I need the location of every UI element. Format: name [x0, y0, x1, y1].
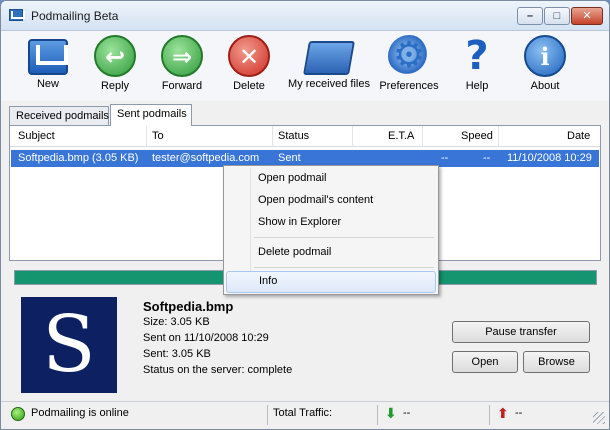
file-name: Softpedia.bmp	[143, 299, 234, 314]
online-status-icon	[11, 407, 25, 421]
gear-icon: ⚙	[388, 35, 430, 77]
status-divider	[489, 405, 490, 425]
received-files-icon	[303, 41, 355, 75]
new-button[interactable]: New	[23, 35, 73, 97]
status-bar: Podmailing is online Total Traffic: ⬇ --…	[1, 401, 609, 429]
close-button[interactable]: ✕	[571, 7, 603, 25]
forward-button[interactable]: ⇒ Forward	[155, 35, 209, 97]
column-divider[interactable]	[422, 126, 423, 147]
row-to: tester@softpedia.com	[152, 152, 260, 164]
context-menu: Open podmail Open podmail's content Show…	[223, 165, 439, 295]
column-divider[interactable]	[146, 126, 147, 147]
delete-glyph: ✕	[238, 43, 260, 71]
download-arrow-icon: ⬇	[385, 405, 397, 421]
row-status: Sent	[278, 152, 301, 164]
preferences-button[interactable]: ⚙ Preferences	[378, 35, 440, 97]
column-eta[interactable]: E.T.A	[388, 130, 414, 142]
column-divider[interactable]	[352, 126, 353, 147]
delete-button[interactable]: ✕ Delete	[224, 35, 274, 97]
tab-sent-podmails[interactable]: Sent podmails	[110, 104, 192, 126]
row-speed: --	[483, 152, 491, 164]
upload-traffic: --	[515, 407, 523, 419]
status-divider	[267, 405, 268, 425]
minimize-button[interactable]: –	[517, 7, 543, 25]
forward-label: Forward	[161, 80, 203, 92]
about-label: About	[530, 80, 560, 92]
info-icon: i	[524, 35, 566, 77]
reply-icon: ↩	[94, 35, 136, 77]
column-status[interactable]: Status	[278, 130, 309, 142]
row-subject: Softpedia.bmp (3.05 KB)	[18, 152, 139, 164]
column-speed[interactable]: Speed	[461, 130, 493, 142]
column-divider[interactable]	[272, 126, 273, 147]
window-title: Podmailing Beta	[31, 9, 119, 23]
toolbar: New ↩ Reply ⇒ Forward ✕ Delete My receiv…	[1, 31, 609, 101]
about-button[interactable]: i About	[522, 35, 568, 97]
menu-item-open-content[interactable]: Open podmail's content	[226, 190, 436, 212]
traffic-label: Total Traffic:	[273, 407, 333, 419]
resize-grip[interactable]	[593, 412, 605, 424]
help-button[interactable]: ? Help	[456, 35, 498, 97]
preferences-label: Preferences	[379, 80, 439, 92]
reply-label: Reply	[100, 80, 130, 92]
column-to[interactable]: To	[152, 130, 164, 142]
help-glyph: ?	[465, 33, 489, 79]
reply-glyph: ↩	[104, 43, 126, 71]
delete-icon: ✕	[228, 35, 270, 77]
open-button[interactable]: Open	[452, 351, 518, 373]
online-status-text: Podmailing is online	[31, 407, 129, 419]
gear-glyph: ⚙	[392, 35, 426, 76]
column-divider[interactable]	[498, 126, 499, 147]
download-traffic: --	[403, 407, 411, 419]
info-glyph: i	[540, 42, 550, 71]
menu-item-info[interactable]: Info	[226, 271, 436, 293]
sent-date: Sent on 11/10/2008 10:29	[143, 332, 269, 344]
forward-icon: ⇒	[161, 35, 203, 77]
menu-item-open-podmail[interactable]: Open podmail	[226, 168, 436, 190]
new-mail-icon	[28, 39, 68, 75]
delete-label: Delete	[233, 80, 265, 92]
thumbnail-letter: S	[42, 300, 96, 390]
menu-item-show-in-explorer[interactable]: Show in Explorer	[226, 212, 436, 234]
title-bar[interactable]: Podmailing Beta – □ ✕	[1, 1, 609, 31]
list-header: Subject To Status E.T.A Speed Date	[10, 126, 600, 147]
status-divider	[377, 405, 378, 425]
menu-item-delete-podmail[interactable]: Delete podmail	[226, 242, 436, 264]
app-mail-icon	[9, 9, 23, 21]
reply-button[interactable]: ↩ Reply	[90, 35, 140, 97]
app-window: Podmailing Beta – □ ✕ New ↩ Reply ⇒ Forw…	[0, 0, 610, 430]
row-eta: --	[441, 152, 449, 164]
browse-button[interactable]: Browse	[523, 351, 590, 373]
menu-separator	[254, 237, 434, 238]
tab-received-podmails[interactable]: Received podmails	[9, 106, 109, 126]
file-thumbnail: S	[21, 297, 117, 393]
forward-glyph: ⇒	[171, 43, 193, 71]
row-date: 11/10/2008 10:29	[507, 152, 592, 164]
column-date[interactable]: Date	[567, 130, 590, 142]
help-icon: ?	[456, 35, 498, 77]
details-panel: S Softpedia.bmp Size: 3.05 KB Sent on 11…	[9, 289, 601, 401]
help-label: Help	[465, 80, 489, 92]
new-label: New	[36, 78, 59, 90]
server-status: Status on the server: complete	[143, 364, 293, 376]
maximize-button[interactable]: □	[544, 7, 570, 25]
upload-arrow-icon: ⬆	[497, 405, 509, 421]
received-files-label: My received files	[288, 78, 370, 90]
pause-transfer-button[interactable]: Pause transfer	[452, 321, 590, 343]
sent-amount: Sent: 3.05 KB	[143, 348, 211, 360]
file-size: Size: 3.05 KB	[143, 316, 210, 328]
menu-separator	[254, 267, 434, 268]
received-files-button[interactable]: My received files	[286, 35, 372, 97]
column-subject[interactable]: Subject	[18, 130, 55, 142]
